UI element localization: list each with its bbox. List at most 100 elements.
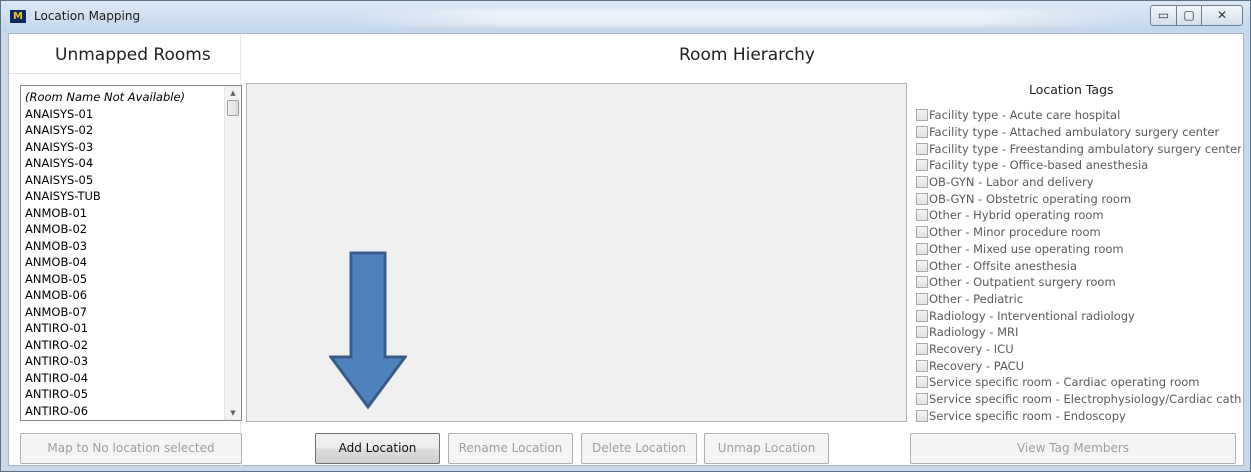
room-list-item[interactable]: ANTIRO-06	[25, 403, 221, 420]
tag-label: Facility type - Freestanding ambulatory …	[929, 141, 1241, 156]
location-tag-item[interactable]: Facility type - Freestanding ambulatory …	[916, 140, 1241, 157]
room-list-items: (Room Name Not Available) ANAISYS-01 ANAIS…	[21, 86, 221, 419]
location-tags-heading: Location Tags	[1029, 82, 1114, 97]
room-list-item[interactable]: ANAISYS-TUB	[25, 188, 221, 205]
rename-location-button[interactable]: Rename Location	[448, 433, 573, 464]
tag-label: Service specific room - Endoscopy	[929, 408, 1126, 423]
room-list-item[interactable]: ANMOB-05	[25, 271, 221, 288]
room-list-item[interactable]: ANAISYS-04	[25, 155, 221, 172]
app-logo-icon: M	[10, 10, 26, 23]
client-area: Unmapped Rooms Room Hierarchy (Room Name…	[8, 33, 1244, 467]
tag-label: OB-GYN - Obstetric operating room	[929, 191, 1132, 206]
title-bar[interactable]: M Location Mapping ▭ ▢ ✕	[1, 1, 1250, 32]
tag-checkbox[interactable]	[916, 142, 928, 155]
room-list-item[interactable]: ANMOB-06	[25, 287, 221, 304]
tag-checkbox[interactable]	[916, 109, 928, 122]
location-tag-item[interactable]: OB-GYN - Obstetric operating room	[916, 190, 1241, 207]
scroll-up-arrow-icon[interactable]: ▲	[225, 86, 241, 100]
room-list-item[interactable]: ANAISYS-01	[25, 106, 221, 123]
tag-checkbox[interactable]	[916, 292, 928, 305]
tag-label: Facility type - Attached ambulatory surg…	[929, 125, 1220, 140]
room-list-item[interactable]: (Room Name Not Available)	[25, 89, 221, 106]
room-list-item[interactable]: ANTIRO-02	[25, 337, 221, 354]
tag-checkbox[interactable]	[916, 259, 928, 272]
tag-checkbox[interactable]	[916, 409, 928, 422]
tag-label: Other - Offsite anesthesia	[929, 258, 1078, 273]
location-tag-item[interactable]: Facility type - Attached ambulatory surg…	[916, 124, 1241, 141]
tag-checkbox[interactable]	[916, 276, 928, 289]
location-tag-item[interactable]: Service specific room - Electrophysiolog…	[916, 391, 1241, 408]
room-list-item[interactable]: ANAISYS-03	[25, 139, 221, 156]
tag-checkbox[interactable]	[916, 176, 928, 189]
tag-label: Service specific room - Cardiac operatin…	[929, 375, 1200, 390]
tag-checkbox[interactable]	[916, 376, 928, 389]
unmap-location-button[interactable]: Unmap Location	[704, 433, 829, 464]
scroll-thumb[interactable]	[227, 100, 239, 116]
location-tag-item[interactable]: Recovery - PACU	[916, 357, 1241, 374]
tag-checkbox[interactable]	[916, 326, 928, 339]
tag-label: Facility type - Acute care hospital	[929, 108, 1121, 123]
tag-checkbox[interactable]	[916, 242, 928, 255]
blurred-background-text	[341, 9, 1141, 26]
location-tag-item[interactable]: Service specific room - Cardiac operatin…	[916, 374, 1241, 391]
room-list-item[interactable]: ANMOB-07	[25, 304, 221, 321]
location-tag-item[interactable]: Radiology - MRI	[916, 324, 1241, 341]
tag-label: Other - Hybrid operating room	[929, 208, 1104, 223]
tag-label: Recovery - PACU	[929, 358, 1025, 373]
tag-checkbox[interactable]	[916, 359, 928, 372]
location-tag-item[interactable]: Service specific room - Endoscopy	[916, 407, 1241, 424]
down-arrow-annotation-icon	[329, 251, 407, 409]
close-button[interactable]: ✕	[1201, 5, 1243, 26]
list-scrollbar[interactable]: ▲ ▼	[224, 86, 241, 420]
tag-label: Recovery - ICU	[929, 341, 1014, 356]
tag-label: Radiology - Interventional radiology	[929, 308, 1135, 323]
heading-divider	[9, 73, 240, 74]
view-tag-members-button[interactable]: View Tag Members	[910, 433, 1236, 464]
minimize-button[interactable]: ▭	[1150, 5, 1177, 26]
location-tag-item[interactable]: Facility type - Office-based anesthesia	[916, 157, 1241, 174]
unmapped-rooms-heading: Unmapped Rooms	[55, 45, 211, 65]
room-list-item[interactable]: ANMOB-03	[25, 238, 221, 255]
room-list-item[interactable]: ANMOB-02	[25, 221, 221, 238]
unmapped-rooms-list[interactable]: (Room Name Not Available) ANAISYS-01 ANAIS…	[20, 85, 242, 421]
room-list-item[interactable]: ANMOB-01	[25, 205, 221, 222]
location-tag-item[interactable]: Facility type - Acute care hospital	[916, 107, 1241, 124]
room-list-item[interactable]: ANAISYS-02	[25, 122, 221, 139]
scroll-down-arrow-icon[interactable]: ▼	[225, 406, 241, 420]
tag-label: Radiology - MRI	[929, 325, 1019, 340]
location-tag-item[interactable]: Other - Offsite anesthesia	[916, 257, 1241, 274]
location-tag-item[interactable]: Radiology - Interventional radiology	[916, 307, 1241, 324]
location-tag-item[interactable]: Other - Mixed use operating room	[916, 241, 1241, 258]
tag-label: Service specific room - Electrophysiolog…	[929, 392, 1241, 407]
delete-location-button[interactable]: Delete Location	[581, 433, 697, 464]
location-tag-item[interactable]: Recovery - ICU	[916, 341, 1241, 358]
tag-checkbox[interactable]	[916, 309, 928, 322]
tag-label: Other - Mixed use operating room	[929, 241, 1124, 256]
room-list-item[interactable]: ANTIRO-01	[25, 320, 221, 337]
tag-checkbox[interactable]	[916, 192, 928, 205]
window-title: Location Mapping	[34, 9, 141, 23]
tag-checkbox[interactable]	[916, 159, 928, 172]
room-list-item[interactable]: ANAISYS-05	[25, 172, 221, 189]
location-tag-item[interactable]: Other - Minor procedure room	[916, 224, 1241, 241]
tag-checkbox[interactable]	[916, 209, 928, 222]
tag-checkbox[interactable]	[916, 226, 928, 239]
location-tag-item[interactable]: OB-GYN - Labor and delivery	[916, 174, 1241, 191]
room-hierarchy-heading: Room Hierarchy	[679, 45, 815, 65]
map-to-location-button[interactable]: Map to No location selected	[20, 433, 242, 464]
maximize-button[interactable]: ▢	[1176, 5, 1202, 26]
tag-label: Other - Minor procedure room	[929, 225, 1101, 240]
location-mapping-window: M Location Mapping ▭ ▢ ✕ Unmapped Rooms …	[0, 0, 1251, 472]
location-tag-item[interactable]: Other - Hybrid operating room	[916, 207, 1241, 224]
room-list-item[interactable]: ANTIRO-04	[25, 370, 221, 387]
location-tag-item[interactable]: Other - Pediatric	[916, 291, 1241, 308]
room-list-item[interactable]: ANTIRO-05	[25, 386, 221, 403]
tag-checkbox[interactable]	[916, 126, 928, 139]
room-list-item[interactable]: ANMOB-04	[25, 254, 221, 271]
add-location-button[interactable]: Add Location	[315, 433, 440, 464]
tag-checkbox[interactable]	[916, 342, 928, 355]
tag-label: Other - Pediatric	[929, 291, 1024, 306]
tag-checkbox[interactable]	[916, 393, 928, 406]
room-list-item[interactable]: ANTIRO-03	[25, 353, 221, 370]
location-tag-item[interactable]: Other - Outpatient surgery room	[916, 274, 1241, 291]
